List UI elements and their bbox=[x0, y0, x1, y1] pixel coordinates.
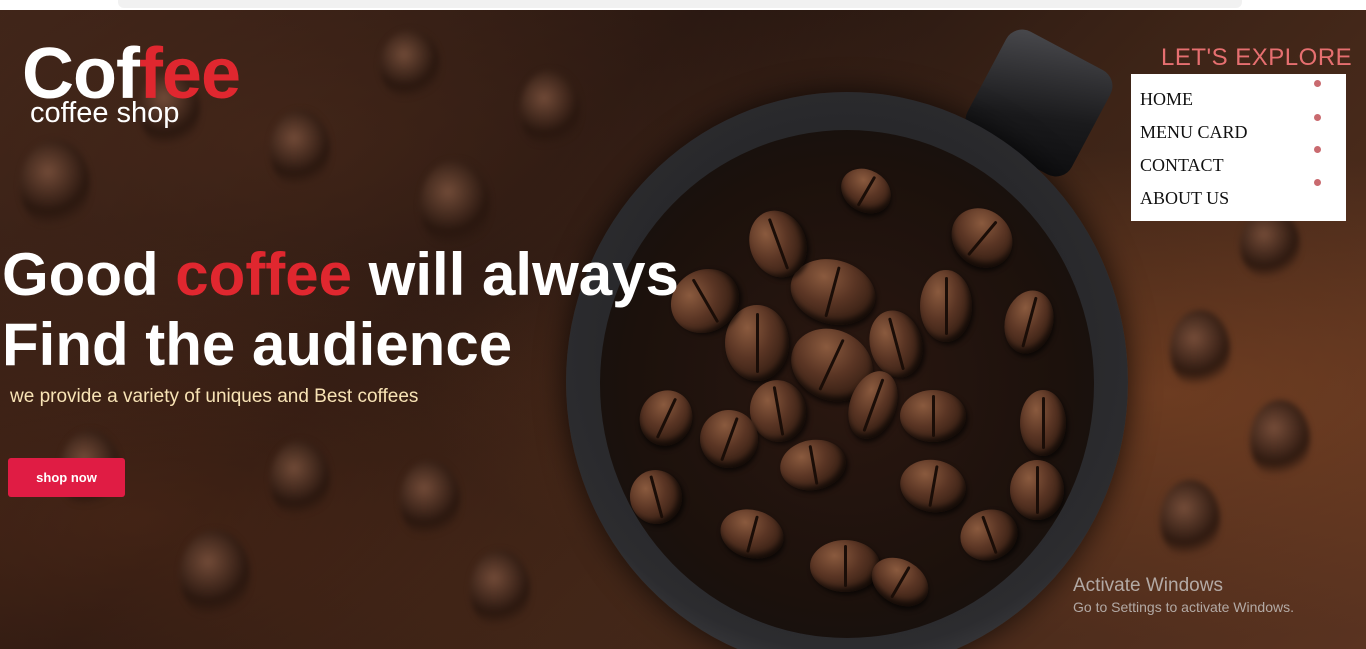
nav-menu: HOME MENU CARD CONTACT ABOUT US bbox=[1131, 74, 1346, 221]
nav-bullet-about-us bbox=[1314, 179, 1321, 186]
nav-bullet-contact bbox=[1314, 146, 1321, 153]
logo-subtitle: coffee shop bbox=[30, 97, 180, 129]
hero-headline-line2: Find the audience bbox=[2, 311, 513, 378]
site-logo[interactable]: Coffee coffee shop bbox=[22, 36, 282, 136]
nav-bullet-home bbox=[1314, 80, 1321, 87]
hero-subtitle: we provide a variety of uniques and Best… bbox=[10, 386, 419, 407]
nav-item-menu-card[interactable]: MENU CARD bbox=[1140, 121, 1248, 143]
hero-headline-line1: Good coffee will always bbox=[2, 240, 702, 310]
hero-headline-accent: coffee bbox=[175, 241, 353, 308]
hero-headline-prefix: Good bbox=[2, 241, 176, 308]
hero-headline: Good coffee will always Find the audienc… bbox=[2, 240, 702, 380]
shop-now-button[interactable]: shop now bbox=[8, 458, 125, 497]
explore-heading: LET'S EXPLORE bbox=[1161, 44, 1353, 71]
nav-item-home[interactable]: HOME bbox=[1140, 88, 1193, 110]
hero-headline-suffix: will always bbox=[352, 241, 679, 308]
nav-bullet-menu-card bbox=[1314, 114, 1321, 121]
browser-top-strip bbox=[0, 0, 1366, 10]
watermark-title: Activate Windows bbox=[1073, 575, 1223, 596]
windows-activation-watermark: Activate Windows Go to Settings to activ… bbox=[1073, 574, 1294, 616]
nav-item-contact[interactable]: CONTACT bbox=[1140, 154, 1224, 176]
watermark-subtitle: Go to Settings to activate Windows. bbox=[1073, 599, 1294, 615]
coffee-beans-image bbox=[600, 130, 1094, 638]
nav-item-about-us[interactable]: ABOUT US bbox=[1140, 187, 1229, 209]
